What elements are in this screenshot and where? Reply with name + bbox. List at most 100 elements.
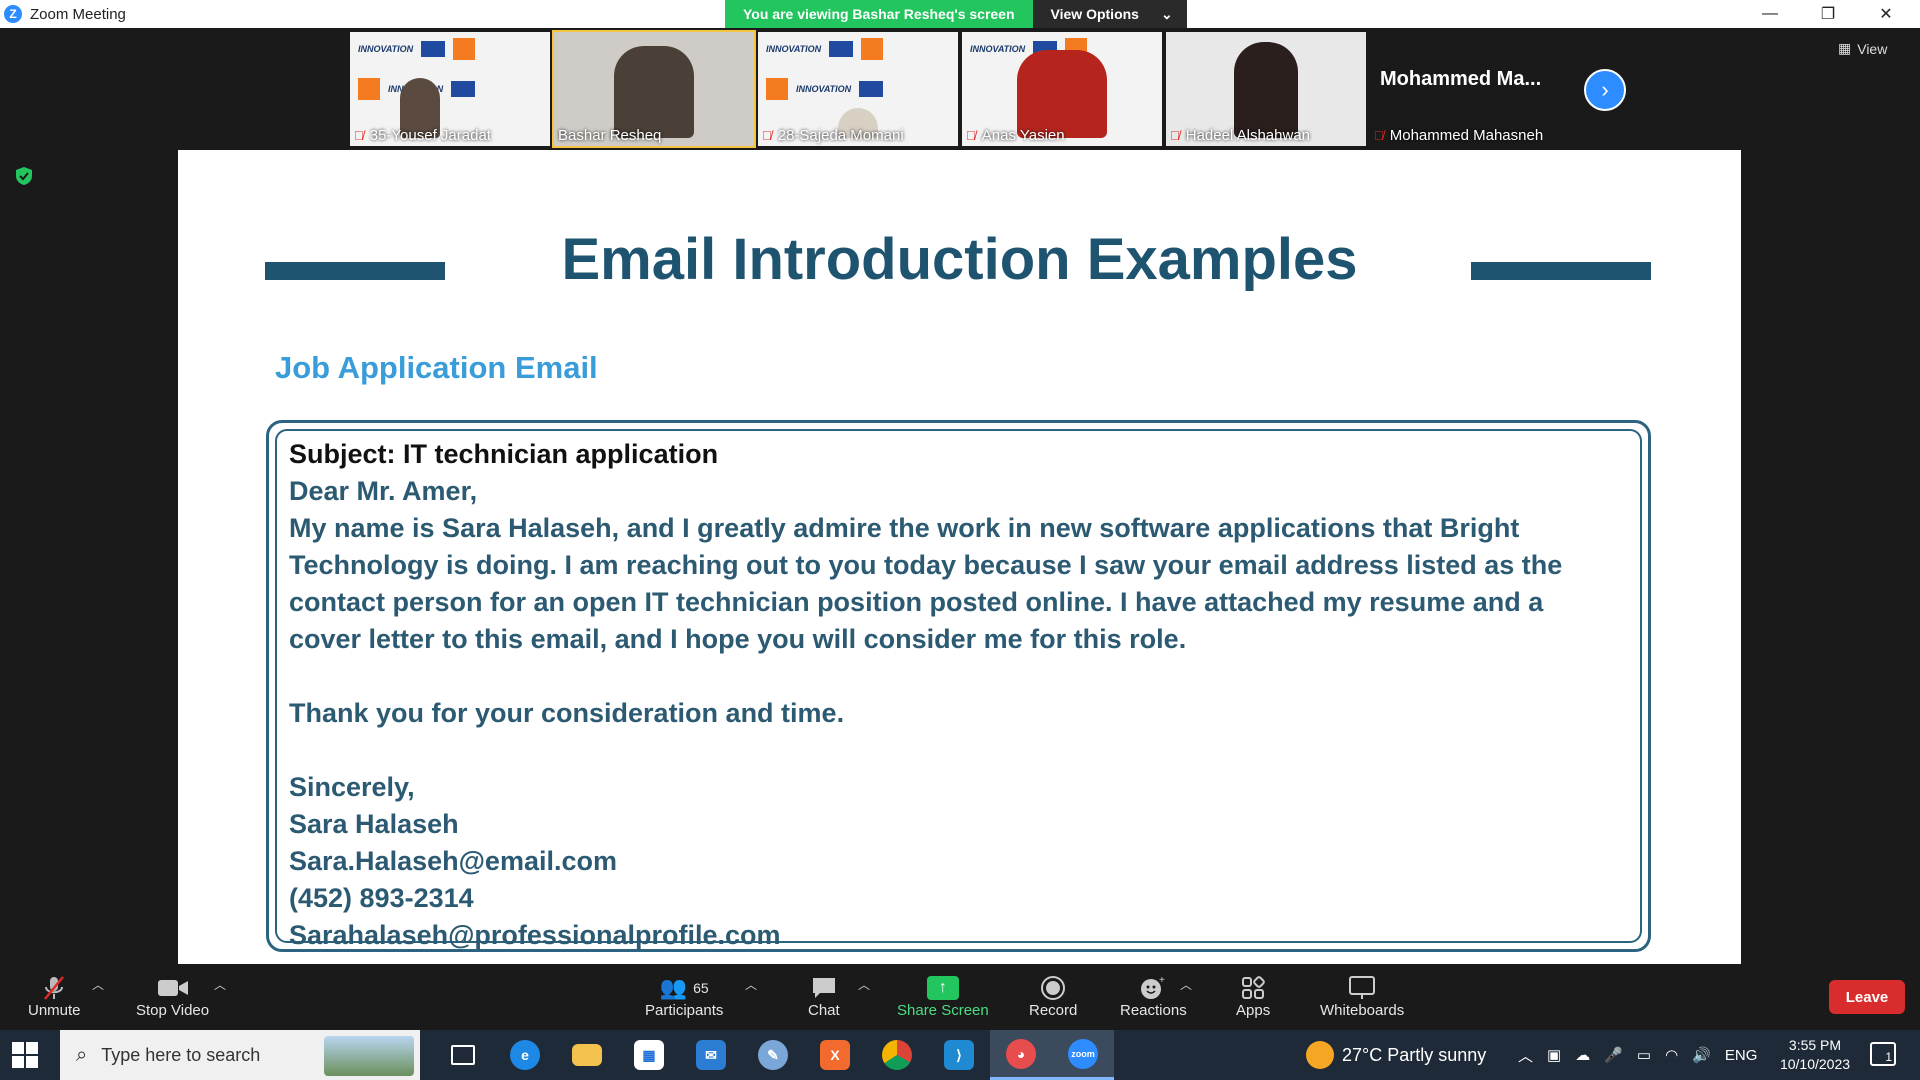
partly-sunny-icon	[1306, 1041, 1334, 1069]
microphone-icon[interactable]: 🎤	[1604, 1046, 1623, 1064]
grid-icon: ▦	[1838, 40, 1852, 56]
chat-button[interactable]: Chat	[808, 974, 840, 1019]
video-tile[interactable]: INNOVATION INNOVATION 🎙̸35-Yousef Jarada…	[350, 32, 550, 146]
search-highlight-image	[324, 1036, 414, 1076]
eu-flag-icon	[829, 41, 854, 57]
chat-options-caret-icon[interactable]: ︿	[858, 976, 870, 993]
participant-name: 🎙̸ 28-Sajeda Momani	[762, 127, 904, 144]
clock-time: 3:55 PM	[1788, 1037, 1842, 1053]
email-content: Subject: IT technician application Dear …	[289, 436, 1619, 954]
file-explorer-icon[interactable]	[556, 1030, 618, 1080]
slide-subtitle: Job Application Email	[275, 350, 598, 385]
email-signature-phone: (452) 893-2314	[289, 883, 474, 913]
view-options-label: View Options	[1050, 6, 1139, 22]
stop-video-label: Stop Video	[136, 1002, 210, 1019]
share-screen-icon-wrap: ↑	[926, 974, 959, 1002]
mic-muted-icon: 🎙̸	[966, 128, 976, 143]
video-tile[interactable]: INNOVATION 🎙̸ Anas Yasien	[962, 32, 1162, 146]
wifi-icon[interactable]: ◠	[1665, 1046, 1678, 1064]
window-title: Zoom Meeting	[30, 5, 126, 23]
mail-icon[interactable]: ✉	[680, 1030, 742, 1080]
innovation-logo: INNOVATION	[358, 44, 414, 54]
system-tray: ︿ ▣ ☁ 🎤 ▭ ◠ 🔊 ENG	[1518, 1030, 1757, 1080]
mic-muted-icon: 🎙̸	[1170, 128, 1180, 143]
microsoft-store-icon[interactable]: ▦	[618, 1030, 680, 1080]
apps-button[interactable]: Apps	[1236, 974, 1270, 1019]
paint-icon[interactable]: ✎	[742, 1030, 804, 1080]
unmute-label: Unmute	[28, 1002, 81, 1019]
stop-video-button[interactable]: Stop Video	[136, 974, 209, 1019]
xampp-icon[interactable]: X	[804, 1030, 866, 1080]
participant-name: 🎙̸ 35-Yousef Jaradat	[354, 127, 491, 144]
zoom-taskbar-icon[interactable]: zoom	[1052, 1030, 1114, 1080]
close-button[interactable]: ✕	[1857, 0, 1915, 28]
unmute-button[interactable]: Unmute	[28, 974, 81, 1019]
vscode-icon[interactable]: ⟩	[928, 1030, 990, 1080]
orange-logo-icon	[358, 78, 380, 100]
weather-widget[interactable]: 27°C Partly sunny	[1306, 1030, 1486, 1080]
record-label: Record	[1029, 1002, 1078, 1019]
view-layout-button[interactable]: ▦ View	[1838, 40, 1887, 57]
participants-options-caret-icon[interactable]: ︿	[745, 976, 757, 993]
email-signature-name: Sara Halaseh	[289, 809, 459, 839]
participants-count: 65	[693, 980, 709, 996]
email-greeting: Dear Mr. Amer,	[289, 476, 478, 506]
participant-name: Bashar Resheq	[558, 127, 662, 144]
video-tile-no-video[interactable]: Mohammed Ma... 🎙̸ Mohammed Mahasneh	[1370, 32, 1570, 146]
video-options-caret-icon[interactable]: ︿	[214, 976, 226, 993]
eu-flag-icon	[451, 81, 476, 97]
share-screen-button[interactable]: ↑ Share Screen	[897, 974, 989, 1019]
battery-icon[interactable]: ▭	[1637, 1046, 1651, 1064]
minimize-button[interactable]: —	[1741, 0, 1799, 28]
next-page-button[interactable]: ›	[1584, 69, 1626, 111]
video-tile-active-speaker[interactable]: Bashar Resheq	[552, 30, 756, 148]
participant-name: 🎙̸ Anas Yasien	[966, 127, 1065, 144]
volume-icon[interactable]: 🔊	[1692, 1046, 1711, 1064]
reactions-label: Reactions	[1120, 1002, 1187, 1019]
participants-icon-group: 👥 65	[660, 974, 709, 1002]
participant-video	[1234, 42, 1298, 138]
notification-center-icon[interactable]: 1	[1870, 1042, 1896, 1066]
clock-date: 10/10/2023	[1779, 1056, 1851, 1072]
view-options-button[interactable]: View Options ⌄	[1032, 0, 1187, 28]
innovation-logo: INNOVATION	[970, 44, 1026, 54]
share-screen-label: Share Screen	[897, 1002, 989, 1019]
email-signature-profile: Sarahalaseh@professionalprofile.com	[289, 920, 781, 950]
whiteboards-button[interactable]: Whiteboards	[1320, 974, 1404, 1019]
task-view-icon[interactable]	[432, 1030, 494, 1080]
edge-browser-icon[interactable]: e	[494, 1030, 556, 1080]
participant-display-name: Mohammed Ma...	[1380, 68, 1542, 90]
viewing-banner-text: You are viewing Bashar Resheq's screen	[725, 0, 1033, 28]
onedrive-icon[interactable]: ☁	[1575, 1046, 1590, 1064]
zoom-logo-icon: Z	[4, 5, 22, 23]
taskbar-search-box[interactable]: ⌕ Type here to search	[60, 1030, 420, 1080]
participants-button[interactable]: 👥 65 Participants	[645, 974, 723, 1019]
chevron-right-icon: ›	[1601, 77, 1609, 102]
leave-button[interactable]: Leave	[1829, 980, 1905, 1014]
chat-label: Chat	[808, 1002, 840, 1019]
participant-name: 🎙̸ Hadeel Alshahwan	[1170, 127, 1311, 144]
reactions-options-caret-icon[interactable]: ︿	[1180, 976, 1192, 993]
video-tile[interactable]: 🎙̸ Hadeel Alshahwan	[1166, 32, 1366, 146]
chat-bubble-icon	[810, 974, 838, 1002]
reactions-button[interactable]: + Reactions	[1120, 974, 1187, 1019]
chevron-up-icon[interactable]: ︿	[1518, 1045, 1533, 1066]
security-shield-icon[interactable]	[14, 166, 34, 186]
audio-options-caret-icon[interactable]: ︿	[92, 976, 104, 993]
apps-label: Apps	[1236, 1002, 1271, 1019]
restore-button[interactable]: ❐	[1799, 0, 1857, 28]
windows-start-icon[interactable]	[12, 1042, 38, 1068]
window-title-bar: Z Zoom Meeting You are viewing Bashar Re…	[0, 0, 1920, 28]
chrome-icon[interactable]	[866, 1030, 928, 1080]
meet-now-icon[interactable]: ▣	[1547, 1046, 1561, 1064]
apps-grid-icon	[1241, 974, 1265, 1002]
taskbar-clock[interactable]: 3:55 PM 10/10/2023	[1770, 1036, 1860, 1074]
shared-screen: Email Introduction Examples Job Applicat…	[178, 150, 1741, 964]
record-button[interactable]: Record	[1029, 974, 1077, 1019]
email-body: My name is Sara Halaseh, and I greatly a…	[289, 513, 1563, 654]
orange-logo-icon	[861, 38, 884, 60]
language-indicator[interactable]: ENG	[1725, 1047, 1758, 1064]
video-tile[interactable]: INNOVATION INNOVATION 🎙̸ 28-Sajeda Momani	[758, 32, 958, 146]
discord-icon[interactable]: ◕	[990, 1030, 1052, 1080]
participant-name: 🎙̸ Mohammed Mahasneh	[1374, 127, 1544, 144]
